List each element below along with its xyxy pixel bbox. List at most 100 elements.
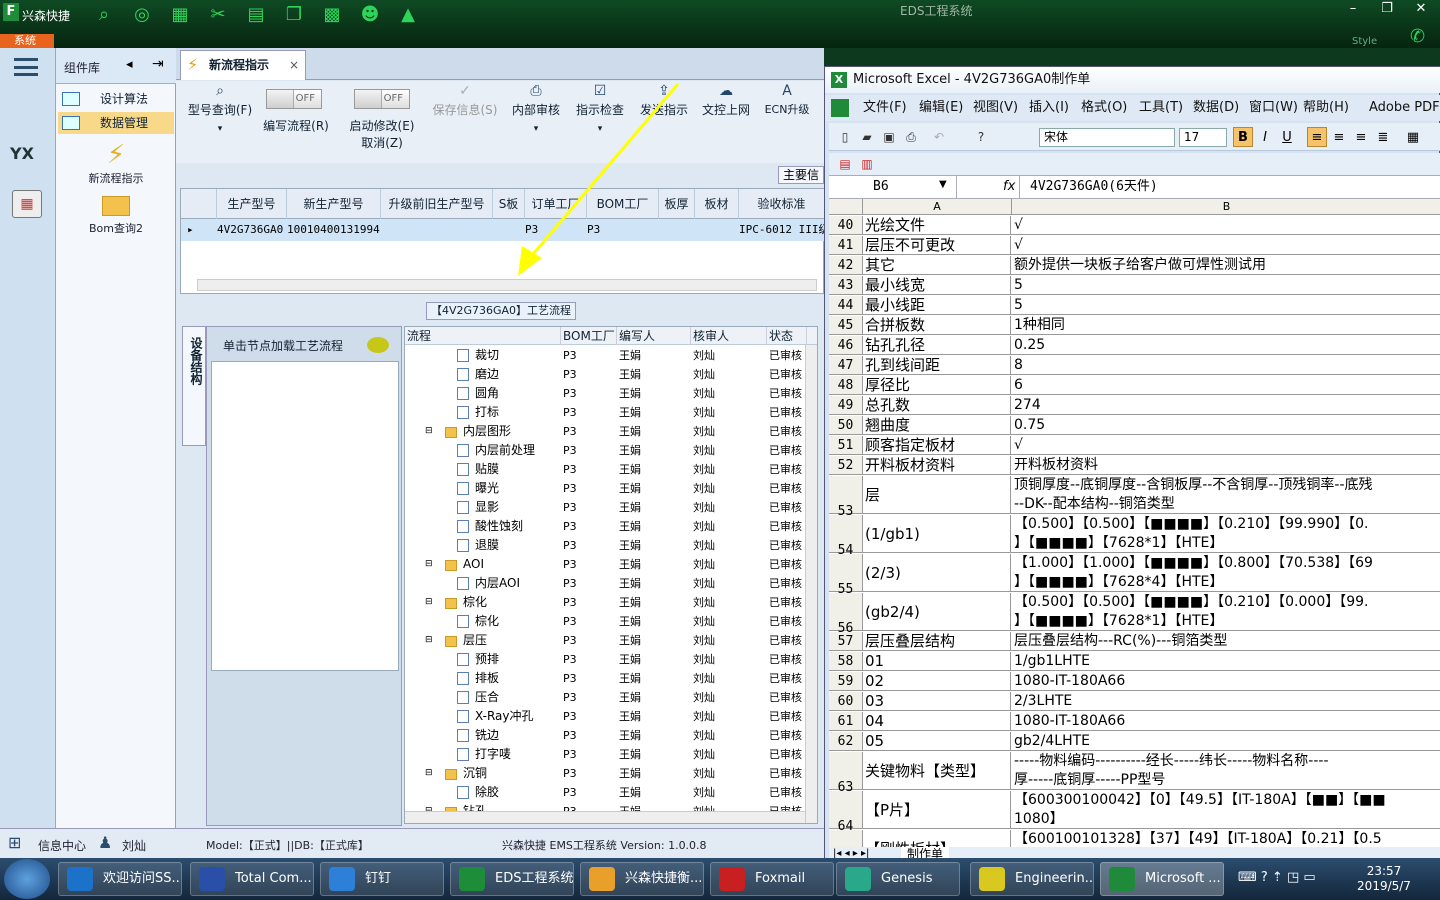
- cell-a[interactable]: 孔到线间距: [863, 356, 1011, 374]
- cell-b[interactable]: √: [1012, 236, 1440, 254]
- sheet-row[interactable]: 63 关键物料【类型】 -----物料编码----------经长-----纬长--…: [829, 752, 1440, 795]
- tree-item-row[interactable]: 贴膜 P3 王娟 刘灿 已审核: [405, 460, 805, 479]
- menu-adobe-pdf[interactable]: Adobe PDF(B): [1369, 95, 1440, 121]
- tree-item-row[interactable]: 压合 P3 王娟 刘灿 已审核: [405, 688, 805, 707]
- chevron-down-icon[interactable]: ▼: [939, 179, 947, 190]
- cell-a[interactable]: 层压叠层结构: [863, 632, 1011, 650]
- cell-a[interactable]: 【刚性板材】: [863, 830, 1011, 847]
- cell-a[interactable]: 钻孔孔径: [863, 336, 1011, 354]
- table-cell[interactable]: 10010400131994: [283, 219, 380, 241]
- cell-a[interactable]: 01: [863, 652, 1011, 670]
- excel-menu-icon[interactable]: [831, 99, 849, 117]
- grid-icon[interactable]: ▦: [168, 4, 192, 26]
- sheet-row[interactable]: 40 光绘文件 √: [829, 216, 1440, 235]
- tree-item-row[interactable]: 打标 P3 王娟 刘灿 已审核: [405, 403, 805, 422]
- sheet-row[interactable]: 48 厚径比 6: [829, 376, 1440, 395]
- info-center-link[interactable]: 信息中心: [38, 837, 86, 854]
- film-icon[interactable]: ▤: [244, 4, 268, 26]
- sheet-row[interactable]: 58 01 1/gb1LHTE: [829, 652, 1440, 671]
- tree-item-row[interactable]: 裁切 P3 王娟 刘灿 已审核: [405, 346, 805, 365]
- sheet-row[interactable]: 56 (gb2/4) 【0.500】【0.500】【■■■■】【0.210】【0.0…: [829, 593, 1440, 636]
- taskbar-item[interactable]: 兴森快捷衡...: [580, 862, 704, 896]
- pdf-icon[interactable]: ▤: [835, 154, 855, 174]
- cell-b[interactable]: 层压叠层结构---RC(%)---铜箔类型: [1012, 632, 1440, 650]
- collapse-icon[interactable]: ⊟: [425, 631, 433, 650]
- menu-window[interactable]: 窗口(W): [1249, 95, 1298, 121]
- tree-item-row[interactable]: 圆角 P3 王娟 刘灿 已审核: [405, 384, 805, 403]
- menu-format[interactable]: 格式(O): [1081, 95, 1127, 121]
- sheet-row[interactable]: 60 03 2/3LHTE: [829, 692, 1440, 711]
- cell-b[interactable]: 5: [1012, 296, 1440, 314]
- search-icon[interactable]: ⌕: [92, 4, 116, 26]
- col-header[interactable]: 核审人: [691, 327, 767, 345]
- cell-b[interactable]: gb2/4LHTE: [1012, 732, 1440, 750]
- menu-icon[interactable]: [14, 58, 38, 76]
- cell-b[interactable]: 2/3LHTE: [1012, 692, 1440, 710]
- sheet-row[interactable]: 41 层压不可更改 √: [829, 236, 1440, 255]
- row-number[interactable]: 43: [829, 276, 863, 294]
- phone-icon[interactable]: ✆: [1410, 26, 1425, 47]
- cell-b[interactable]: 1/gb1LHTE: [1012, 652, 1440, 670]
- sheet-row[interactable]: 49 总孔数 274: [829, 396, 1440, 415]
- col-header[interactable]: BOM工厂: [561, 327, 617, 345]
- cell-b[interactable]: 【0.500】【0.500】【■■■■】【0.210】【0.000】【99. 】…: [1012, 593, 1440, 630]
- menu-edit[interactable]: 编辑(E): [919, 95, 963, 121]
- cell-a[interactable]: 层压不可更改: [863, 236, 1011, 254]
- sheet-row[interactable]: 64 【P片】 【600300100042】【0】【49.5】【IT-180A】【■…: [829, 791, 1440, 834]
- open-icon[interactable]: ▰: [857, 127, 877, 147]
- cell-a[interactable]: 04: [863, 712, 1011, 730]
- cell-a[interactable]: (2/3): [863, 554, 1011, 591]
- taskbar-item[interactable]: Total Com...: [190, 862, 314, 896]
- sheet-row[interactable]: 50 翘曲度 0.75: [829, 416, 1440, 435]
- sheet-row[interactable]: 53 层顶铜厚度--底铜厚度--含铜板厚--不含铜厚--顶残铜率--底残 --DK…: [829, 476, 1440, 519]
- bom-query-button[interactable]: Bom查询2: [76, 196, 156, 236]
- tree-folder-row[interactable]: ⊟ 内层图形 P3 王娟 刘灿 已审核: [405, 422, 805, 441]
- tree-item-row[interactable]: 显影 P3 王娟 刘灿 已审核: [405, 498, 805, 517]
- close-button[interactable]: ✕: [1404, 0, 1438, 18]
- new-icon[interactable]: ▯: [835, 127, 855, 147]
- cell-b[interactable]: 0.75: [1012, 416, 1440, 434]
- col-header[interactable]: 生产型号: [217, 189, 287, 219]
- cell-a[interactable]: 最小线宽: [863, 276, 1011, 294]
- cell-b[interactable]: √: [1012, 216, 1440, 234]
- vertical-scrollbar[interactable]: [805, 345, 817, 823]
- cell-b[interactable]: 【600100101328】【37】【49】【IT-180A】【0.21】【0.…: [1012, 830, 1440, 847]
- nav-item-design-algorithm[interactable]: 设计算法: [58, 88, 174, 110]
- collapse-icon[interactable]: ⊟: [425, 764, 433, 783]
- menu-view[interactable]: 视图(V): [973, 95, 1018, 121]
- cell-b[interactable]: 【0.500】【0.500】【■■■■】【0.210】【99.990】【0. 】…: [1012, 515, 1440, 552]
- pdf-email-icon[interactable]: ▥: [857, 154, 877, 174]
- system-button[interactable]: 系统: [0, 34, 54, 48]
- cell-b[interactable]: 8: [1012, 356, 1440, 374]
- row-number[interactable]: 50: [829, 416, 863, 434]
- row-number[interactable]: 44: [829, 296, 863, 314]
- row-number[interactable]: 59: [829, 672, 863, 690]
- cell-a[interactable]: 总孔数: [863, 396, 1011, 414]
- tree-item-row[interactable]: 酸性蚀刻 P3 王娟 刘灿 已审核: [405, 517, 805, 536]
- cell-b[interactable]: 【1.000】【1.000】【■■■■】【0.800】【70.538】【69 】…: [1012, 554, 1440, 591]
- formula-input[interactable]: 4V2G736GA0(6天件): [1019, 176, 1439, 198]
- cell-a[interactable]: 翘曲度: [863, 416, 1011, 434]
- col-header-a[interactable]: A: [863, 199, 1012, 215]
- clock[interactable]: 23:57 2019/5/7: [1344, 864, 1424, 894]
- tab-new-flow[interactable]: ⚡ 新流程指示 ×: [180, 50, 306, 80]
- sheet-row[interactable]: 54 (1/gb1) 【0.500】【0.500】【■■■■】【0.210】【99.…: [829, 515, 1440, 558]
- sheet-row[interactable]: 43 最小线宽 5: [829, 276, 1440, 295]
- tree-folder-row[interactable]: ⊟ AOI P3 王娟 刘灿 已审核: [405, 555, 805, 574]
- taskbar-item[interactable]: 钉钉: [320, 862, 444, 896]
- horizontal-scrollbar[interactable]: [405, 811, 805, 823]
- restore-button[interactable]: ❐: [1370, 0, 1404, 18]
- minimize-button[interactable]: –: [1336, 0, 1370, 18]
- tree-folder-row[interactable]: ⊟ 棕化 P3 王娟 刘灿 已审核: [405, 593, 805, 612]
- sheet-row[interactable]: 61 04 1080-IT-180A66: [829, 712, 1440, 731]
- row-number[interactable]: 63: [829, 752, 863, 795]
- sheet-row[interactable]: 51 顾客指定板材 √: [829, 436, 1440, 455]
- col-header-b[interactable]: B: [1012, 199, 1440, 215]
- row-number[interactable]: 46: [829, 336, 863, 354]
- taskbar-item[interactable]: Microsoft ...: [1100, 862, 1224, 896]
- cell-a[interactable]: 【P片】: [863, 791, 1011, 828]
- chart-icon[interactable]: ▲: [396, 4, 420, 26]
- cell-b[interactable]: 1080-IT-180A66: [1012, 712, 1440, 730]
- col-header[interactable]: 新生产型号: [287, 189, 381, 219]
- italic-button[interactable]: I: [1255, 127, 1275, 147]
